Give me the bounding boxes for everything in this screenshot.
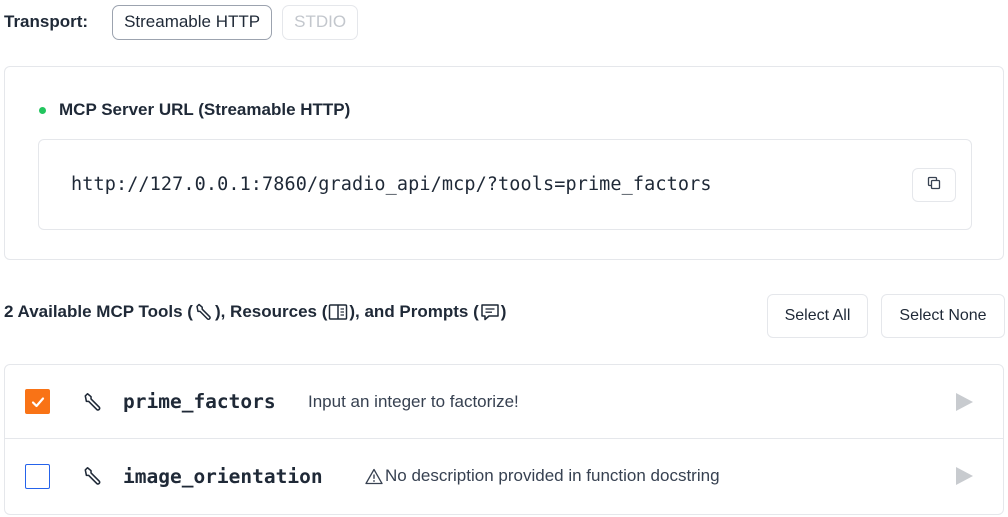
transport-label: Transport: — [4, 12, 89, 31]
tool-checkbox-prime-factors[interactable] — [25, 389, 50, 414]
prompt-icon — [480, 302, 500, 322]
expand-triangle-icon[interactable] — [956, 467, 973, 485]
transport-option-stdio[interactable]: STDIO — [282, 4, 359, 40]
server-url-header: MCP Server URL (Streamable HTTP) — [39, 100, 350, 120]
wrench-icon — [194, 302, 214, 322]
copy-button[interactable] — [912, 168, 956, 202]
tool-description: No description provided in function docs… — [385, 466, 720, 485]
transport-row: Transport: Streamable HTTP STDIO — [4, 4, 368, 40]
transport-option-streamable-http[interactable]: Streamable HTTP — [112, 4, 273, 40]
tool-row[interactable]: image_orientation No description provide… — [5, 439, 1003, 513]
server-url-box: http://127.0.0.1:7860/gradio_api/mcp/?to… — [38, 139, 972, 230]
tools-header: 2 Available MCP Tools ( ), Resources ( )… — [4, 302, 506, 322]
resource-icon — [328, 303, 348, 321]
wrench-icon — [82, 391, 104, 413]
tool-checkbox-image-orientation[interactable] — [25, 463, 50, 489]
tool-name: prime_factors — [123, 390, 276, 413]
tool-row[interactable]: prime_factors Input an integer to factor… — [5, 365, 1003, 439]
warning-icon — [365, 468, 383, 485]
copy-icon — [927, 176, 941, 195]
tool-name: image_orientation — [123, 464, 323, 488]
select-none-button[interactable]: Select None — [881, 294, 1005, 338]
server-url-title: MCP Server URL (Streamable HTTP) — [59, 100, 351, 119]
server-url-panel: MCP Server URL (Streamable HTTP) http://… — [4, 66, 1004, 260]
tool-description: Input an integer to factorize! — [308, 391, 519, 411]
select-all-button[interactable]: Select All — [767, 294, 868, 338]
tools-header-part1: 2 Available MCP Tools ( — [4, 302, 193, 321]
wrench-icon — [82, 465, 104, 487]
tools-header-part2: ), Resources ( — [214, 302, 328, 321]
tools-header-part4: ) — [500, 302, 507, 321]
tools-header-part3: ), and Prompts ( — [349, 302, 479, 321]
tool-description-row: No description provided in function docs… — [365, 466, 720, 486]
checkmark-icon — [31, 396, 44, 407]
status-dot — [39, 106, 46, 114]
expand-triangle-icon[interactable] — [956, 392, 973, 411]
tools-list: prime_factors Input an integer to factor… — [4, 364, 1004, 515]
server-url-text[interactable]: http://127.0.0.1:7860/gradio_api/mcp/?to… — [71, 174, 712, 195]
